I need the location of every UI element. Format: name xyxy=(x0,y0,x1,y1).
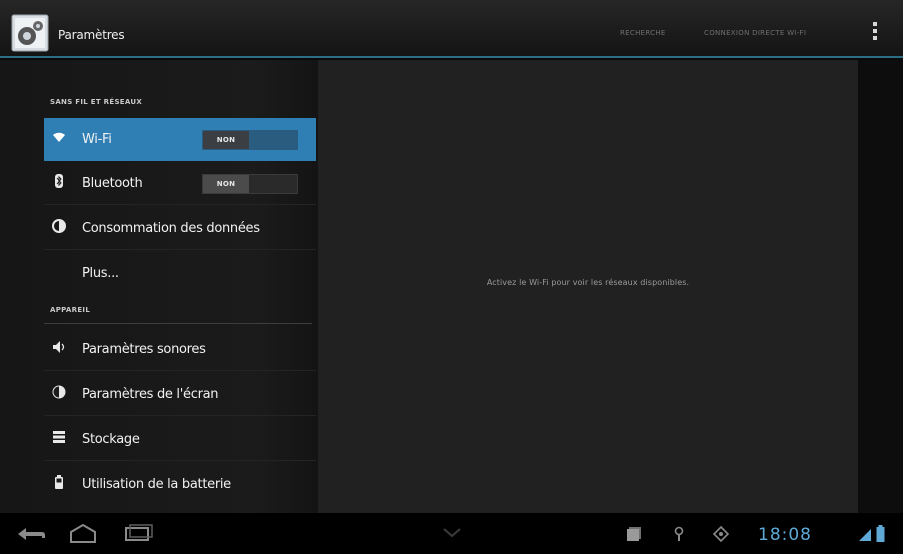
overflow-menu-icon[interactable] xyxy=(870,22,880,46)
sidebar-item-label: Paramètres de l'écran xyxy=(82,387,219,402)
wifi-off-message: Activez le Wi-Fi pour voir les réseaux d… xyxy=(486,278,690,287)
sidebar-item-storage[interactable]: Stockage xyxy=(44,418,316,461)
search-action[interactable]: RECHERCHE xyxy=(620,29,666,37)
section-header-wireless: SANS FIL ET RÉSEAUX xyxy=(50,98,143,106)
app-title: Paramètres xyxy=(58,28,125,42)
home-icon[interactable] xyxy=(66,522,100,548)
bluetooth-toggle[interactable]: NON xyxy=(202,174,298,194)
status-clock[interactable]: 18:08 xyxy=(758,525,812,545)
wifi-icon xyxy=(52,129,66,143)
wifi-detail-pane: Activez le Wi-Fi pour voir les réseaux d… xyxy=(318,60,858,513)
back-icon[interactable] xyxy=(14,522,48,548)
section-divider xyxy=(44,323,312,324)
sidebar-item-label: Stockage xyxy=(82,432,140,447)
sidebar-item-label: Paramètres sonores xyxy=(82,342,206,357)
bluetooth-icon xyxy=(52,173,66,188)
system-navigation-bar: 18:08 xyxy=(0,513,903,554)
recent-apps-icon[interactable] xyxy=(120,522,154,548)
storage-icon xyxy=(52,429,66,443)
action-bar: Paramètres RECHERCHE CONNEXION DIRECTE W… xyxy=(0,0,903,58)
settings-headers-list: SANS FIL ET RÉSEAUX Wi-Fi NON Bluetooth xyxy=(0,60,318,513)
sidebar-item-wifi[interactable]: Wi-Fi NON xyxy=(44,118,316,161)
sidebar-item-label: Wi-Fi xyxy=(82,132,112,147)
sidebar-item-label: Utilisation de la batterie xyxy=(82,477,231,492)
sound-icon xyxy=(52,339,66,353)
settings-app-icon[interactable] xyxy=(11,14,49,52)
battery-status-icon xyxy=(876,525,885,546)
switch-state-label: NON xyxy=(203,131,249,149)
sidebar-item-label: Consommation des données xyxy=(82,221,260,236)
settings-screen: Paramètres RECHERCHE CONNEXION DIRECTE W… xyxy=(0,0,903,554)
keyboard-hide-icon[interactable] xyxy=(440,525,464,544)
data-usage-icon xyxy=(52,218,66,233)
sync-notification-icon[interactable] xyxy=(712,525,730,546)
battery-icon xyxy=(52,474,66,489)
section-header-device: APPAREIL xyxy=(50,306,91,314)
sidebar-item-sound[interactable]: Paramètres sonores xyxy=(44,328,316,371)
sidebar-item-display[interactable]: Paramètres de l'écran xyxy=(44,373,316,416)
wifi-toggle[interactable]: NON xyxy=(202,130,298,150)
sidebar-item-bluetooth[interactable]: Bluetooth NON xyxy=(44,162,316,205)
switch-state-label: NON xyxy=(203,175,249,193)
wifi-direct-action[interactable]: CONNEXION DIRECTE WI-FI xyxy=(704,29,806,37)
signal-strength-icon xyxy=(858,527,872,546)
sidebar-item-battery[interactable]: Utilisation de la batterie xyxy=(44,463,316,506)
sidebar-item-label: Bluetooth xyxy=(82,176,143,191)
sidebar-item-data-usage[interactable]: Consommation des données xyxy=(44,207,316,250)
sidebar-item-more[interactable]: Plus... xyxy=(44,252,316,295)
display-icon xyxy=(52,384,66,399)
sidebar-item-label: Plus... xyxy=(82,266,119,281)
detail-pane-edge xyxy=(858,60,903,513)
screenshot-notification-icon[interactable] xyxy=(626,526,642,546)
usb-debug-icon[interactable] xyxy=(673,526,685,546)
